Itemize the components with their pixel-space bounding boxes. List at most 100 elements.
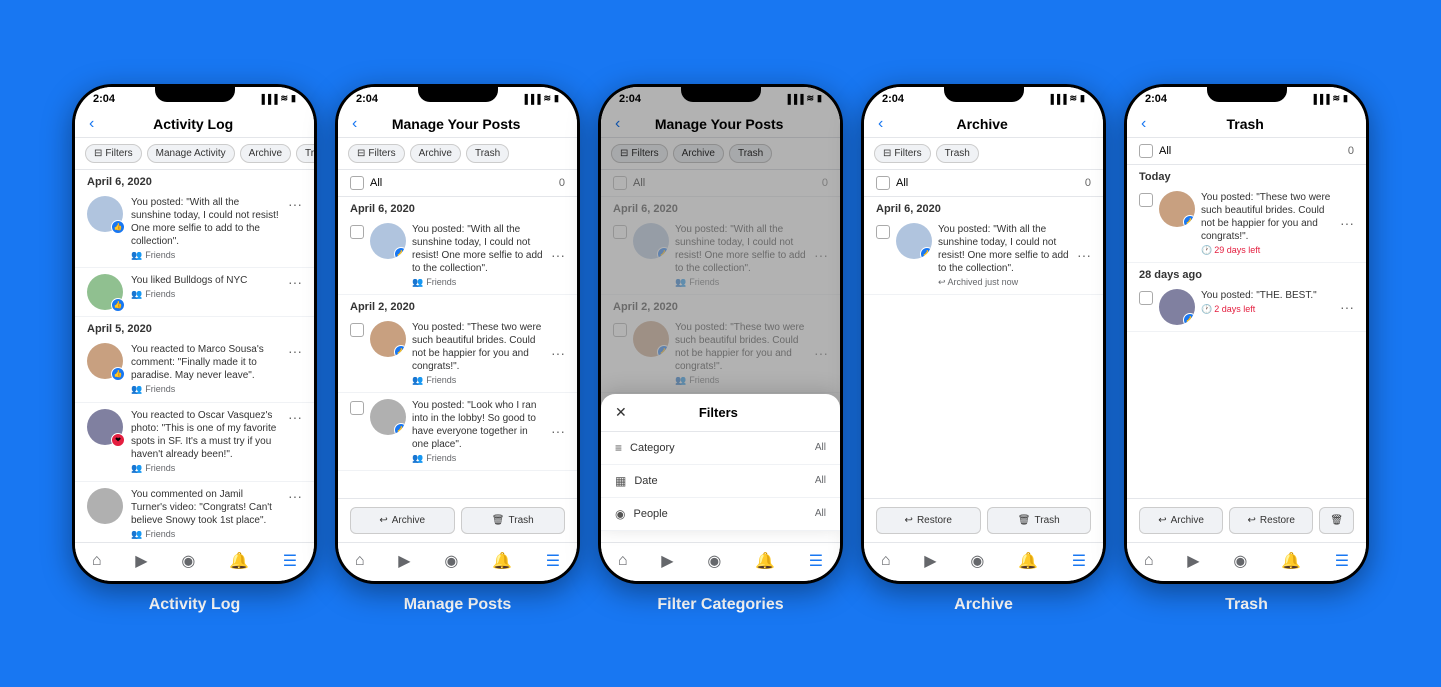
back-button-2[interactable]: ‹ — [352, 115, 357, 133]
trash-btn-4[interactable]: 🗑Trash — [987, 507, 1092, 534]
post-checkbox-a1[interactable] — [876, 225, 890, 239]
nav-menu-icon[interactable]: ☰ — [283, 551, 297, 571]
nav-menu-icon-5[interactable]: ☰ — [1335, 551, 1349, 571]
chip-archive[interactable]: Archive — [240, 144, 291, 163]
activity-text-3: You reacted to Marco Sousa's comment: "F… — [131, 343, 280, 396]
nav-profile-icon-4[interactable]: ◉ — [970, 551, 984, 571]
bottom-nav-4: ⌂ ▶ ◉ 🔔 ☰ — [864, 542, 1103, 581]
activity-text-2: You liked Bulldogs of NYC 👥 Friends — [131, 274, 280, 301]
phone-inner-5: 2:04 ▐▐▐ ≋ ▮ ‹ Trash All 0 — [1127, 87, 1366, 581]
filter-people-label: People — [633, 508, 667, 520]
more-icon-2[interactable]: ··· — [288, 274, 302, 290]
nav-bell-icon-2[interactable]: 🔔 — [492, 551, 512, 571]
filter-close-button[interactable]: ✕ — [615, 404, 627, 421]
post-checkbox-t1[interactable] — [1139, 193, 1153, 207]
nav-video-icon-2[interactable]: ▶ — [398, 551, 410, 571]
restore-btn-4[interactable]: ↩Restore — [876, 507, 981, 534]
activity-sub-3: 👥 Friends — [131, 384, 280, 396]
more-btn-3[interactable]: ··· — [551, 423, 565, 439]
more-icon-5[interactable]: ··· — [288, 488, 302, 504]
nav-home-icon-3[interactable]: ⌂ — [618, 552, 628, 570]
filter-modal: ✕ Filters ≡ Category All ▦ — [601, 394, 840, 531]
nav-bell-icon-5[interactable]: 🔔 — [1281, 551, 1301, 571]
back-button-5[interactable]: ‹ — [1141, 115, 1146, 133]
filter-row-date[interactable]: ▦ Date All — [601, 465, 840, 498]
delete-btn-5[interactable]: 🗑 — [1319, 507, 1354, 534]
nav-menu-icon-3[interactable]: ☰ — [809, 551, 823, 571]
chip-filters-4[interactable]: ⊟Filters — [874, 144, 931, 163]
archive-btn-5[interactable]: ↩Archive — [1139, 507, 1223, 534]
chip-manage-activity[interactable]: Manage Activity — [147, 144, 235, 163]
nav-home-icon-5[interactable]: ⌂ — [1144, 552, 1154, 570]
post-item-t2: 👍 You posted: "THE. BEST." 🕐 2 days left… — [1127, 283, 1366, 332]
more-btn-t1[interactable]: ··· — [1340, 215, 1354, 231]
restore-btn-5[interactable]: ↩Restore — [1229, 507, 1313, 534]
nav-bell-icon-4[interactable]: 🔔 — [1018, 551, 1038, 571]
battery-icon-5: ▮ — [1343, 93, 1348, 104]
more-btn-t2[interactable]: ··· — [1340, 299, 1354, 315]
date-icon: ▦ — [615, 474, 626, 488]
more-btn-1[interactable]: ··· — [551, 247, 565, 263]
restore-icon-5: ↩ — [1248, 515, 1256, 526]
nav-menu-icon-2[interactable]: ☰ — [546, 551, 560, 571]
nav-video-icon-3[interactable]: ▶ — [661, 551, 673, 571]
filter-people-value: All — [815, 508, 826, 519]
chip-trash[interactable]: Tr — [296, 144, 314, 163]
chip-trash-2[interactable]: Trash — [466, 144, 509, 163]
post-checkbox-t2[interactable] — [1139, 291, 1153, 305]
select-all-row-2: All 0 — [338, 170, 577, 197]
post-checkbox-1[interactable] — [350, 225, 364, 239]
nav-video-icon-5[interactable]: ▶ — [1187, 551, 1199, 571]
archive-btn-2[interactable]: ↩Archive — [350, 507, 455, 534]
battery-icon: ▮ — [291, 93, 296, 104]
select-all-checkbox-4[interactable] — [876, 176, 890, 190]
post-checkbox-3[interactable] — [350, 401, 364, 415]
more-icon[interactable]: ··· — [288, 196, 302, 212]
nav-video-icon-4[interactable]: ▶ — [924, 551, 936, 571]
nav-video-icon[interactable]: ▶ — [135, 551, 147, 571]
nav-profile-icon[interactable]: ◉ — [181, 551, 195, 571]
nav-menu-icon-4[interactable]: ☰ — [1072, 551, 1086, 571]
wifi-icon-4: ≋ — [1070, 93, 1078, 104]
phone-inner-3: 2:04 ▐▐▐ ≋ ▮ ‹ Manage Your Posts ⊟Filter… — [601, 87, 840, 581]
back-button-4[interactable]: ‹ — [878, 115, 883, 133]
phone-inner: 2:04 ▐▐▐ ≋ ▮ ‹ Activity Log ⊟Filters Man… — [75, 87, 314, 581]
post-text-area-a1: You posted: "With all the sunshine today… — [938, 223, 1071, 288]
wifi-icon-2: ≋ — [544, 93, 552, 104]
back-button[interactable]: ‹ — [89, 115, 94, 133]
chip-trash-4[interactable]: Trash — [936, 144, 979, 163]
nav-home-icon-4[interactable]: ⌂ — [881, 552, 891, 570]
filter-row-category[interactable]: ≡ Category All — [601, 432, 840, 465]
avatar-2: 👍 — [87, 274, 123, 310]
nav-home-icon[interactable]: ⌂ — [92, 552, 102, 570]
chip-archive-2[interactable]: Archive — [410, 144, 461, 163]
more-icon-4[interactable]: ··· — [288, 409, 302, 425]
friends-icon-3: 👥 — [131, 384, 142, 396]
filter-row-people[interactable]: ◉ People All — [601, 498, 840, 531]
chip-label: Archive — [249, 148, 282, 159]
post-checkbox-2[interactable] — [350, 323, 364, 337]
nav-profile-icon-3[interactable]: ◉ — [707, 551, 721, 571]
chip-filters-2[interactable]: ⊟Filters — [348, 144, 405, 163]
archive-label-5: Archive — [1171, 515, 1204, 526]
trash-btn-2[interactable]: 🗑Trash — [461, 507, 566, 534]
status-icons-2: ▐▐▐ ≋ ▮ — [521, 93, 559, 104]
nav-profile-icon-2[interactable]: ◉ — [444, 551, 458, 571]
select-all-checkbox-5[interactable] — [1139, 144, 1153, 158]
nav-title-2: Manage Your Posts — [365, 116, 547, 132]
more-btn-2[interactable]: ··· — [551, 345, 565, 361]
filter-header: ✕ Filters — [601, 394, 840, 432]
nav-home-icon-2[interactable]: ⌂ — [355, 552, 365, 570]
select-all-checkbox-2[interactable] — [350, 176, 364, 190]
bottom-action-bar-4: ↩Restore 🗑Trash — [864, 498, 1103, 542]
nav-bell-icon-3[interactable]: 🔔 — [755, 551, 775, 571]
reaction-3: 👍 — [394, 423, 406, 435]
nav-bell-icon[interactable]: 🔔 — [229, 551, 249, 571]
chip-filters[interactable]: ⊟Filters — [85, 144, 142, 163]
activity-item-3: 👍 You reacted to Marco Sousa's comment: … — [75, 337, 314, 403]
filter-row-category-left: ≡ Category — [615, 441, 675, 455]
activity-sub-4: 👥 Friends — [131, 463, 280, 475]
more-icon-3[interactable]: ··· — [288, 343, 302, 359]
nav-profile-icon-5[interactable]: ◉ — [1233, 551, 1247, 571]
more-btn-a1[interactable]: ··· — [1077, 247, 1091, 263]
